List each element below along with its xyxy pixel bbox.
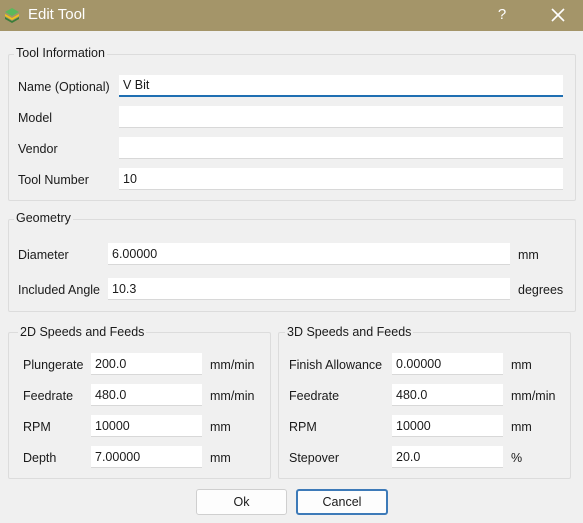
rpm-3d-unit: mm [511, 420, 532, 434]
title-bar: Edit Tool ? [0, 0, 583, 31]
stepover-label: Stepover [289, 451, 340, 465]
vendor-label: Vendor [18, 142, 58, 156]
rpm-2d-unit: mm [210, 420, 231, 434]
included-angle-label: Included Angle [18, 283, 101, 297]
diameter-label: Diameter [18, 248, 69, 262]
tool-number-field[interactable] [119, 168, 563, 190]
help-button[interactable]: ? [490, 3, 514, 27]
depth-unit: mm [210, 451, 231, 465]
included-angle-field[interactable] [108, 278, 510, 300]
rpm-3d-label: RPM [289, 420, 317, 434]
stepover-unit: % [511, 451, 523, 465]
included-angle-unit: degrees [518, 283, 564, 297]
ok-button[interactable]: Ok [196, 489, 287, 515]
diameter-unit: mm [518, 248, 539, 262]
speeds-2d-title: 2D Speeds and Feeds [18, 325, 147, 339]
vendor-field[interactable] [119, 137, 563, 159]
rpm-2d-label: RPM [23, 420, 51, 434]
plungerate-unit: mm/min [210, 358, 255, 372]
model-label: Model [18, 111, 53, 125]
geometry-title: Geometry [14, 211, 73, 225]
feedrate-3d-label: Feedrate [289, 389, 340, 403]
feedrate-2d-unit: mm/min [210, 389, 255, 403]
feedrate-2d-field[interactable] [91, 384, 202, 406]
stepover-field[interactable] [392, 446, 503, 468]
diameter-field[interactable] [108, 243, 510, 265]
plungerate-label: Plungerate [23, 358, 84, 372]
feedrate-2d-label: Feedrate [23, 389, 74, 403]
depth-field[interactable] [91, 446, 202, 468]
name-label: Name (Optional) [18, 80, 110, 94]
close-icon[interactable] [546, 3, 570, 27]
speeds-3d-title: 3D Speeds and Feeds [285, 325, 414, 339]
feedrate-3d-unit: mm/min [511, 389, 556, 403]
finish-allowance-label: Finish Allowance [289, 358, 383, 372]
finish-allowance-unit: mm [511, 358, 532, 372]
depth-label: Depth [23, 451, 57, 465]
model-field[interactable] [119, 106, 563, 128]
window-title: Edit Tool [28, 6, 86, 23]
tool-number-label: Tool Number [18, 173, 89, 187]
name-field[interactable] [119, 75, 563, 97]
feedrate-3d-field[interactable] [392, 384, 503, 406]
app-logo-icon [5, 8, 19, 23]
cancel-button[interactable]: Cancel [296, 489, 388, 515]
finish-allowance-field[interactable] [392, 353, 503, 375]
plungerate-field[interactable] [91, 353, 202, 375]
rpm-2d-field[interactable] [91, 415, 202, 437]
tool-information-title: Tool Information [14, 46, 107, 60]
rpm-3d-field[interactable] [392, 415, 503, 437]
